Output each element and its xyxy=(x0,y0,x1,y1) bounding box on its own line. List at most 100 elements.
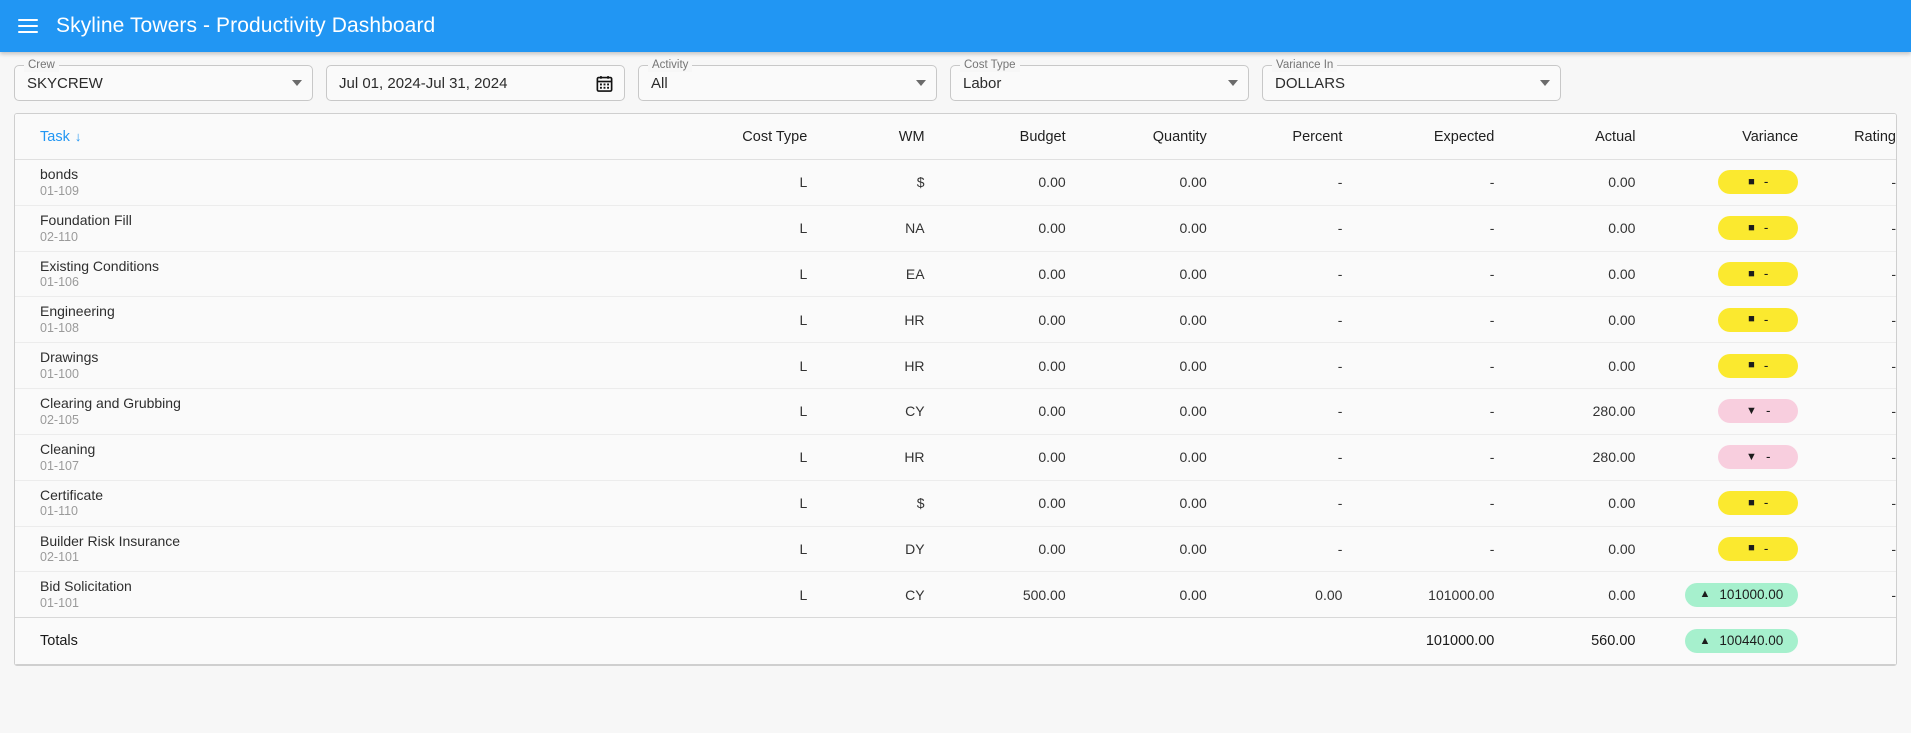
column-header-task-label: Task xyxy=(40,129,70,145)
hamburger-menu-icon[interactable] xyxy=(18,13,44,39)
cell-quantity: 0.00 xyxy=(1065,571,1207,619)
column-header-actual[interactable]: Actual xyxy=(1494,114,1636,160)
cell-cost-type: L xyxy=(709,571,808,619)
cell-variance: ■ - xyxy=(1635,480,1799,527)
column-header-expected[interactable]: Expected xyxy=(1342,114,1495,160)
cell-actual: 280.00 xyxy=(1494,434,1636,481)
cell-variance: ▲ 101000.00 xyxy=(1635,571,1799,619)
cell-actual: 0.00 xyxy=(1494,526,1636,573)
cell-actual: 0.00 xyxy=(1494,480,1636,527)
cell-percent: - xyxy=(1206,388,1343,435)
variance-in-label: Variance In xyxy=(1272,58,1338,72)
chevron-down-icon xyxy=(1228,80,1238,86)
cell-expected: - xyxy=(1342,205,1495,252)
table-row[interactable]: Builder Risk Insurance 02-101 L DY 0.00 0.00-… xyxy=(15,526,1896,573)
sort-descending-icon: ↓ xyxy=(74,129,82,144)
task-code: 01-109 xyxy=(40,183,79,198)
square-flat-icon: ■ xyxy=(1748,267,1755,280)
table-row[interactable]: Cleaning 01-107 L HR 0.00 0.00- -280.00 ▼ - - xyxy=(15,434,1896,481)
cell-percent: - xyxy=(1206,205,1343,252)
cell-variance: ■ - xyxy=(1635,296,1799,344)
activity-value: All xyxy=(651,74,668,92)
cell-actual: 280.00 xyxy=(1494,388,1636,435)
calendar-icon[interactable] xyxy=(595,74,614,93)
cell-cost-type: L xyxy=(709,434,808,481)
table-row[interactable]: Engineering 01-108 L HR 0.00 0.00- -0.00 ■ - - xyxy=(15,296,1896,344)
cell-wm: NA xyxy=(807,205,925,252)
variance-value: - xyxy=(1765,403,1771,419)
productivity-table-card: Task ↓ Cost Type WM Budget Quantity Perce… xyxy=(14,113,1897,667)
column-header-percent[interactable]: Percent xyxy=(1206,114,1343,160)
table-row[interactable]: Foundation Fill 02-110 L NA 0.00 0.00- -0.00 ■ -… xyxy=(15,205,1896,252)
variance-value: - xyxy=(1763,266,1769,282)
task-code: 02-105 xyxy=(40,412,79,427)
cell-percent: - xyxy=(1206,296,1343,344)
square-flat-icon: ■ xyxy=(1748,175,1755,188)
cell-task: Drawings 01-100 xyxy=(15,342,710,390)
column-header-budget[interactable]: Budget xyxy=(924,114,1066,160)
square-flat-icon: ■ xyxy=(1748,359,1755,372)
column-header-quantity[interactable]: Quantity xyxy=(1065,114,1207,160)
app-header-bar: Skyline Towers - Productivity Dashboard xyxy=(0,0,1911,52)
table-row[interactable]: Drawings 01-100 L HR 0.00 0.00- -0.00 ■ - - xyxy=(15,342,1896,390)
cost-type-select[interactable]: Cost Type Labor xyxy=(950,58,1249,101)
variance-badge: ■ - xyxy=(1718,216,1799,241)
table-row[interactable]: bonds 01-109 L $0.00 0.00- -0.00 ■ - - xyxy=(15,159,1896,206)
column-header-wm[interactable]: WM xyxy=(807,114,925,160)
cost-type-value: Labor xyxy=(963,74,1002,92)
filter-bar: Crew SKYCREW Jul 01, 2024-Jul 31, 2024 A… xyxy=(0,52,1911,111)
cell-rating: - xyxy=(1798,205,1896,252)
cell-percent: - xyxy=(1206,251,1343,298)
column-header-cost-type[interactable]: Cost Type xyxy=(709,114,808,160)
triangle-down-icon: ▼ xyxy=(1746,404,1757,417)
cell-wm: CY xyxy=(807,388,925,435)
column-header-task[interactable]: Task ↓ xyxy=(15,114,710,160)
cell-cost-type: L xyxy=(709,342,808,390)
cell-actual: 0.00 xyxy=(1494,251,1636,298)
variance-in-select[interactable]: Variance In DOLLARS xyxy=(1262,58,1561,101)
table-row[interactable]: Bid Solicitation 01-101 L CY 500.00 0.00 0.00 1… xyxy=(15,571,1896,619)
cell-cost-type: L xyxy=(709,205,808,252)
task-name: Foundation Fill xyxy=(40,211,132,228)
task-name: Bid Solicitation xyxy=(40,578,132,595)
variance-badge: ■ - xyxy=(1718,536,1799,561)
task-code: 01-107 xyxy=(40,458,79,473)
cell-variance: ■ - xyxy=(1635,205,1799,252)
variance-value: 101000.00 xyxy=(1719,586,1784,602)
totals-actual: 560.00 xyxy=(1494,617,1636,666)
task-name: Drawings xyxy=(40,349,99,366)
chevron-down-icon xyxy=(916,80,926,86)
cell-variance: ■ - xyxy=(1635,342,1799,390)
cell-task: Bid Solicitation 01-101 xyxy=(15,571,710,619)
cell-rating: - xyxy=(1798,571,1896,619)
cell-rating: - xyxy=(1798,480,1896,527)
cell-task: Engineering 01-108 xyxy=(15,296,710,344)
date-range-input[interactable]: Jul 01, 2024-Jul 31, 2024 xyxy=(326,65,625,101)
cost-type-label: Cost Type xyxy=(960,58,1020,72)
table-row[interactable]: Clearing and Grubbing 02-105 L CY 0.00 0.00- -… xyxy=(15,388,1896,435)
cell-rating: - xyxy=(1798,388,1896,435)
cell-cost-type: L xyxy=(709,159,808,206)
activity-select[interactable]: Activity All xyxy=(638,58,937,101)
cell-rating: - xyxy=(1798,296,1896,344)
variance-value: - xyxy=(1763,540,1769,556)
cell-percent: - xyxy=(1206,480,1343,527)
column-header-variance[interactable]: Variance xyxy=(1635,114,1799,160)
column-header-rating[interactable]: Rating xyxy=(1798,114,1896,160)
cell-task: bonds 01-109 xyxy=(15,159,710,206)
productivity-dashboard-page: Skyline Towers - Productivity Dashboard … xyxy=(0,0,1911,733)
table-row[interactable]: Existing Conditions 01-106 L EA 0.00 0.00- -0.… xyxy=(15,251,1896,298)
cell-percent: - xyxy=(1206,434,1343,481)
totals-quantity xyxy=(1065,617,1207,666)
task-name: bonds xyxy=(40,166,79,182)
variance-badge: ▲ 101000.00 xyxy=(1684,582,1799,607)
totals-cost-type xyxy=(709,617,808,666)
cell-quantity: 0.00 xyxy=(1065,251,1207,298)
cell-quantity: 0.00 xyxy=(1065,205,1207,252)
task-code: 01-108 xyxy=(40,321,79,336)
totals-label: Totals xyxy=(15,617,710,666)
task-code: 01-110 xyxy=(40,504,78,519)
cell-task: Certificate 01-110 xyxy=(15,480,710,527)
crew-select[interactable]: Crew SKYCREW xyxy=(14,58,313,101)
table-row[interactable]: Certificate 01-110 L $0.00 0.00- -0.00 ■ - - xyxy=(15,480,1896,527)
